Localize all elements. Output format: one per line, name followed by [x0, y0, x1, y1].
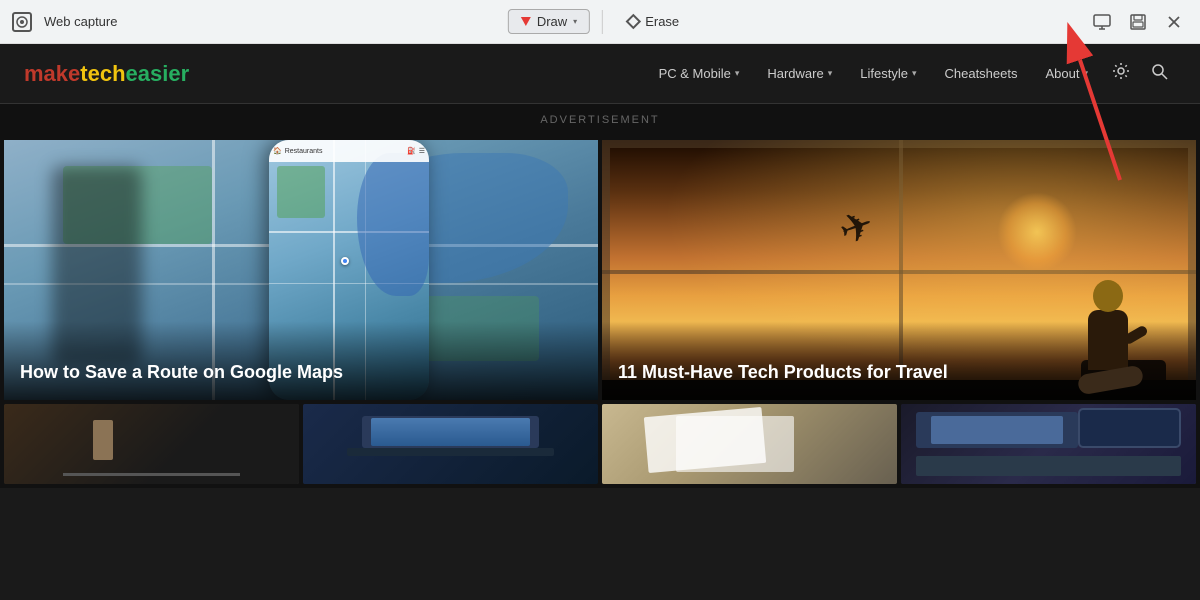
card-title-maps: How to Save a Route on Google Maps: [4, 321, 598, 400]
save-icon-button[interactable]: [1124, 8, 1152, 36]
nav-arrow-about: ▾: [1083, 68, 1088, 79]
web-capture-icon: [12, 12, 32, 32]
web-capture-label: Web capture: [44, 14, 117, 29]
erase-button[interactable]: Erase: [615, 9, 692, 34]
card-google-maps[interactable]: 🏠Restaurants⛽☰ How to Save a Route on Go…: [4, 140, 598, 400]
card-travel[interactable]: ✈: [602, 140, 1196, 400]
bottom-cards-row: [0, 404, 1200, 488]
logo-easier: easier: [126, 61, 190, 86]
erase-diamond-icon: [626, 14, 642, 30]
nav-label-about: About: [1045, 66, 1079, 81]
toolbar-right: [1088, 8, 1188, 36]
bottom-card-2[interactable]: [303, 404, 598, 484]
nav-label-hardware: Hardware: [767, 66, 823, 81]
nav-item-cheatsheets[interactable]: Cheatsheets: [932, 58, 1029, 89]
bottom-card-3[interactable]: [602, 404, 897, 484]
airplane-icon: ✈: [833, 201, 880, 256]
nav-arrow-pc-mobile: ▾: [735, 68, 740, 79]
logo-make: make: [24, 61, 80, 86]
nav-label-cheatsheets: Cheatsheets: [944, 66, 1017, 81]
navbar: maketecheasier PC & Mobile ▾ Hardware ▾ …: [0, 44, 1200, 104]
logo-tech: tech: [80, 61, 125, 86]
nav-label-pc-mobile: PC & Mobile: [659, 66, 731, 81]
nav-arrow-hardware: ▾: [828, 68, 833, 79]
advertisement-label: ADVERTISEMENT: [540, 114, 659, 126]
content-grid: 🏠Restaurants⛽☰ How to Save a Route on Go…: [0, 136, 1200, 404]
draw-triangle-icon: [521, 17, 531, 26]
monitor-icon-button[interactable]: [1088, 8, 1116, 36]
draw-button[interactable]: Draw ▾: [508, 9, 590, 34]
toolbar-center: Draw ▾ Erase: [508, 9, 692, 34]
advertisement-bar: ADVERTISEMENT: [0, 104, 1200, 136]
erase-label: Erase: [645, 14, 679, 29]
close-button[interactable]: [1160, 8, 1188, 36]
browser-toolbar: Web capture Draw ▾ Erase: [0, 0, 1200, 44]
nav-arrow-lifestyle: ▾: [912, 68, 917, 79]
draw-arrow-icon: ▾: [573, 17, 577, 26]
website-content: maketecheasier PC & Mobile ▾ Hardware ▾ …: [0, 44, 1200, 600]
nav-items: PC & Mobile ▾ Hardware ▾ Lifestyle ▾ Che…: [647, 54, 1176, 93]
nav-item-hardware[interactable]: Hardware ▾: [755, 58, 844, 89]
search-icon-button[interactable]: [1142, 54, 1176, 93]
draw-label: Draw: [537, 14, 567, 29]
nav-item-pc-mobile[interactable]: PC & Mobile ▾: [647, 58, 752, 89]
bottom-card-4[interactable]: [901, 404, 1196, 484]
settings-icon-button[interactable]: [1104, 54, 1138, 93]
nav-label-lifestyle: Lifestyle: [860, 66, 908, 81]
nav-item-about[interactable]: About ▾: [1033, 58, 1100, 89]
site-logo[interactable]: maketecheasier: [24, 61, 189, 87]
separator: [602, 10, 603, 34]
bottom-card-1[interactable]: [4, 404, 299, 484]
nav-item-lifestyle[interactable]: Lifestyle ▾: [848, 58, 928, 89]
